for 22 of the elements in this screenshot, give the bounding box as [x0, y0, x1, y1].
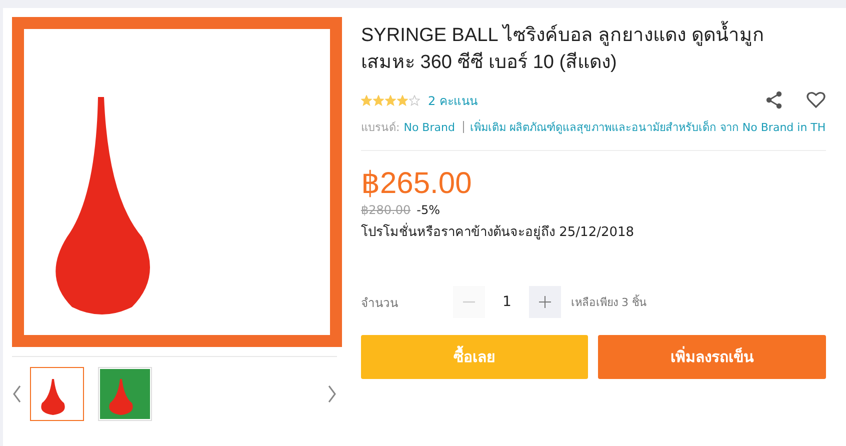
thumbnail-image[interactable]: [30, 367, 84, 421]
heart-icon[interactable]: [806, 90, 826, 110]
increase-button[interactable]: [529, 286, 561, 318]
brand-link[interactable]: No Brand: [404, 120, 455, 134]
more-products-link[interactable]: เพิ่มเติม ผลิตภัณฑ์ดูแลสุขภาพและอนามัยสำหรับเด็ก จาก No Brand in TH: [470, 118, 826, 136]
buy-now-button[interactable]: ซื้อเลย: [361, 335, 588, 379]
current-price: ฿265.00: [361, 167, 473, 201]
stock-note: เหลือเพียง 3 ชิ้น: [571, 294, 647, 311]
discount-percent: -5%: [416, 203, 440, 217]
ratings-link[interactable]: 2 คะแนน: [428, 90, 478, 110]
quantity-label: จำนวน: [361, 294, 399, 312]
share-icon[interactable]: [764, 90, 784, 110]
quantity-value[interactable]: 1: [485, 294, 529, 310]
chevron-left-icon[interactable]: [12, 384, 22, 404]
chevron-right-icon[interactable]: [327, 384, 337, 404]
brand-label: แบรนด์:: [361, 120, 400, 136]
original-price: ฿280.00: [361, 203, 411, 217]
minus-icon: [462, 301, 476, 303]
plus-icon: [538, 295, 552, 309]
product-title: SYRINGE BALL ไซริงค์บอล ลูกยางแดง ดูดน้ำมูก เสมหะ 360 ซีซี เบอร์ 10 (สีแดง): [361, 22, 801, 76]
add-to-cart-button[interactable]: เพิ่มลงรถเข็น: [598, 335, 826, 379]
promo-note: โปรโมชั่นหรือราคาข้างต้นจะอยู่ถึง 25/12/2018: [361, 221, 826, 242]
